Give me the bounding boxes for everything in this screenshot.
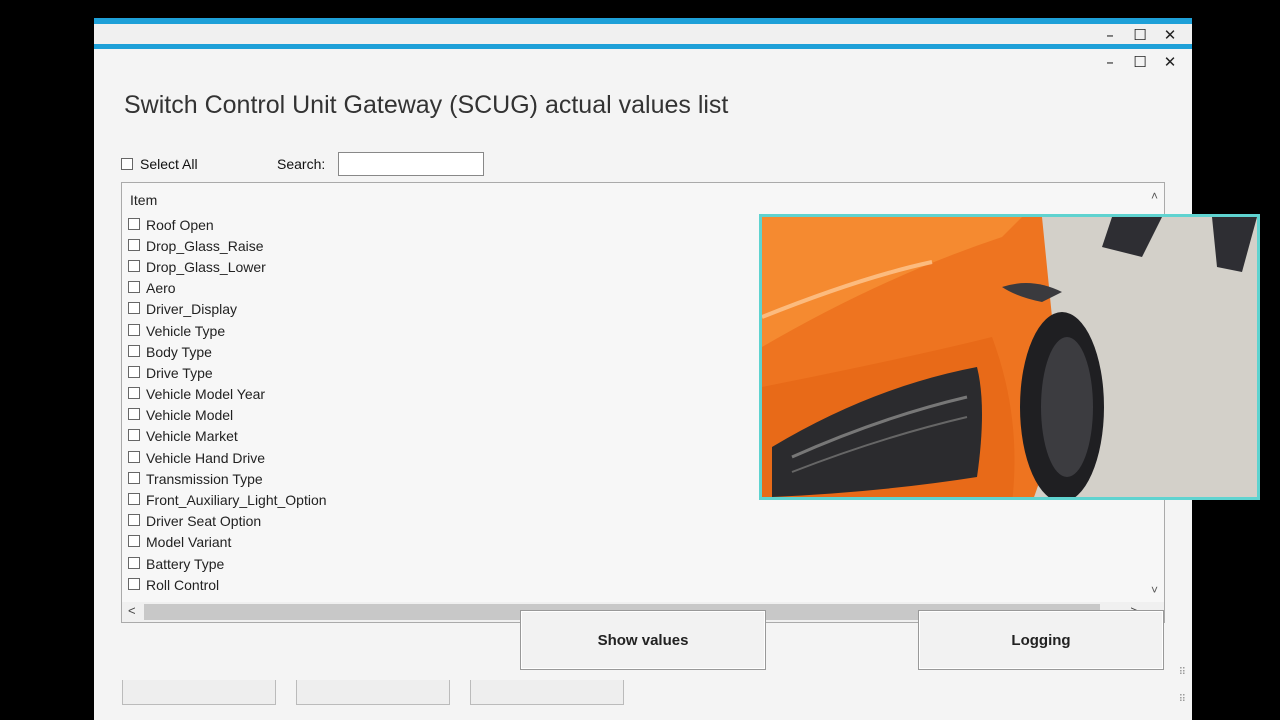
checkbox-icon[interactable] <box>128 577 140 590</box>
outer-titlebar: – ☐ ✕ <box>94 24 1192 46</box>
close-icon[interactable]: ✕ <box>1158 53 1182 71</box>
background-button <box>296 680 450 705</box>
resize-grip-icon[interactable]: ⠿ <box>1179 667 1186 678</box>
logging-button[interactable]: Logging <box>918 610 1164 670</box>
column-header-item[interactable]: Item <box>130 192 157 208</box>
background-button <box>470 680 624 705</box>
list-item[interactable]: Drop_Glass_Raise <box>128 235 327 256</box>
select-all-checkbox[interactable]: Select All <box>121 156 198 172</box>
list-item-label: Driver_Display <box>146 301 238 318</box>
resize-grip-icon[interactable]: ⠿ <box>1179 694 1186 705</box>
checkbox-icon[interactable] <box>128 365 140 378</box>
checkbox-icon[interactable] <box>128 387 140 400</box>
checkbox-icon[interactable] <box>128 302 140 315</box>
list-item-label: Transmission Type <box>146 470 263 487</box>
list-item[interactable]: Driver_Display <box>128 299 327 320</box>
list-item[interactable]: Body Type <box>128 341 327 362</box>
list-item-label: Body Type <box>146 343 212 360</box>
list-item[interactable]: Roll Control <box>128 574 327 595</box>
checkbox-icon[interactable] <box>128 281 140 294</box>
list-item-label: Battery Type <box>146 555 225 572</box>
list-item-label: Vehicle Model <box>146 407 234 424</box>
list-item[interactable]: Vehicle Market <box>128 426 327 447</box>
search-input[interactable] <box>338 152 484 176</box>
checkbox-icon[interactable] <box>128 471 140 484</box>
video-overlay-car-photo <box>759 214 1260 500</box>
list-item[interactable]: Aero <box>128 278 327 299</box>
list-item-label: Vehicle Type <box>146 322 226 339</box>
list-item-label: Roll Control <box>146 576 220 593</box>
list-item-label: Drop_Glass_Raise <box>146 237 264 254</box>
checkbox-icon[interactable] <box>128 429 140 442</box>
checkbox-icon[interactable] <box>128 493 140 506</box>
checkbox-icon[interactable] <box>128 556 140 569</box>
page-title: Switch Control Unit Gateway (SCUG) actua… <box>124 91 729 119</box>
checkbox-icon[interactable] <box>128 344 140 357</box>
list-item-label: Aero <box>146 280 176 297</box>
checkbox-icon[interactable] <box>128 238 140 251</box>
scroll-left-icon[interactable]: < <box>128 603 136 618</box>
show-values-button[interactable]: Show values <box>520 610 766 670</box>
background-button <box>122 680 276 705</box>
list-item-label: Roof Open <box>146 216 214 233</box>
list-item-label: Drop_Glass_Lower <box>146 258 266 275</box>
maximize-icon[interactable]: ☐ <box>1128 53 1152 71</box>
scroll-up-icon[interactable]: ˄ <box>1151 189 1158 203</box>
list-item-label: Vehicle Market <box>146 428 238 445</box>
checkbox-icon[interactable] <box>128 259 140 272</box>
checkbox-icon[interactable] <box>128 217 140 230</box>
minimize-icon[interactable]: – <box>1098 26 1122 44</box>
list-item[interactable]: Vehicle Model <box>128 405 327 426</box>
car-photo-illustration <box>762 217 1257 497</box>
checkbox-icon[interactable] <box>128 408 140 421</box>
list-item[interactable]: Vehicle Hand Drive <box>128 447 327 468</box>
list-item-label: Front_Auxiliary_Light_Option <box>146 492 327 509</box>
list-item-label: Vehicle Hand Drive <box>146 449 266 466</box>
list-item[interactable]: Driver Seat Option <box>128 511 327 532</box>
list-item[interactable]: Battery Type <box>128 553 327 574</box>
checkbox-icon[interactable] <box>128 323 140 336</box>
checkbox-icon[interactable] <box>128 535 140 548</box>
items-list: Roof Open Drop_Glass_Raise Drop_Glass_Lo… <box>128 214 327 595</box>
list-item[interactable]: Model Variant <box>128 532 327 553</box>
select-all-label: Select All <box>140 156 198 172</box>
search-label: Search: <box>277 156 326 172</box>
checkbox-icon[interactable] <box>128 450 140 463</box>
minimize-icon[interactable]: – <box>1098 53 1122 71</box>
list-item[interactable]: Front_Auxiliary_Light_Option <box>128 489 327 510</box>
list-item[interactable]: Vehicle Type <box>128 320 327 341</box>
list-item[interactable]: Transmission Type <box>128 468 327 489</box>
list-item[interactable]: Roof Open <box>128 214 327 235</box>
close-icon[interactable]: ✕ <box>1158 26 1182 44</box>
checkbox-icon[interactable] <box>128 514 140 527</box>
list-item-label: Model Variant <box>146 534 232 551</box>
list-item-label: Drive Type <box>146 364 213 381</box>
list-item-label: Vehicle Model Year <box>146 386 266 403</box>
list-item-label: Driver Seat Option <box>146 513 262 530</box>
maximize-icon[interactable]: ☐ <box>1128 26 1152 44</box>
scroll-down-icon[interactable]: ˅ <box>1151 583 1158 597</box>
list-item[interactable]: Drop_Glass_Lower <box>128 256 327 277</box>
list-item[interactable]: Vehicle Model Year <box>128 384 327 405</box>
checkbox-icon[interactable] <box>121 158 133 170</box>
list-item[interactable]: Drive Type <box>128 362 327 383</box>
